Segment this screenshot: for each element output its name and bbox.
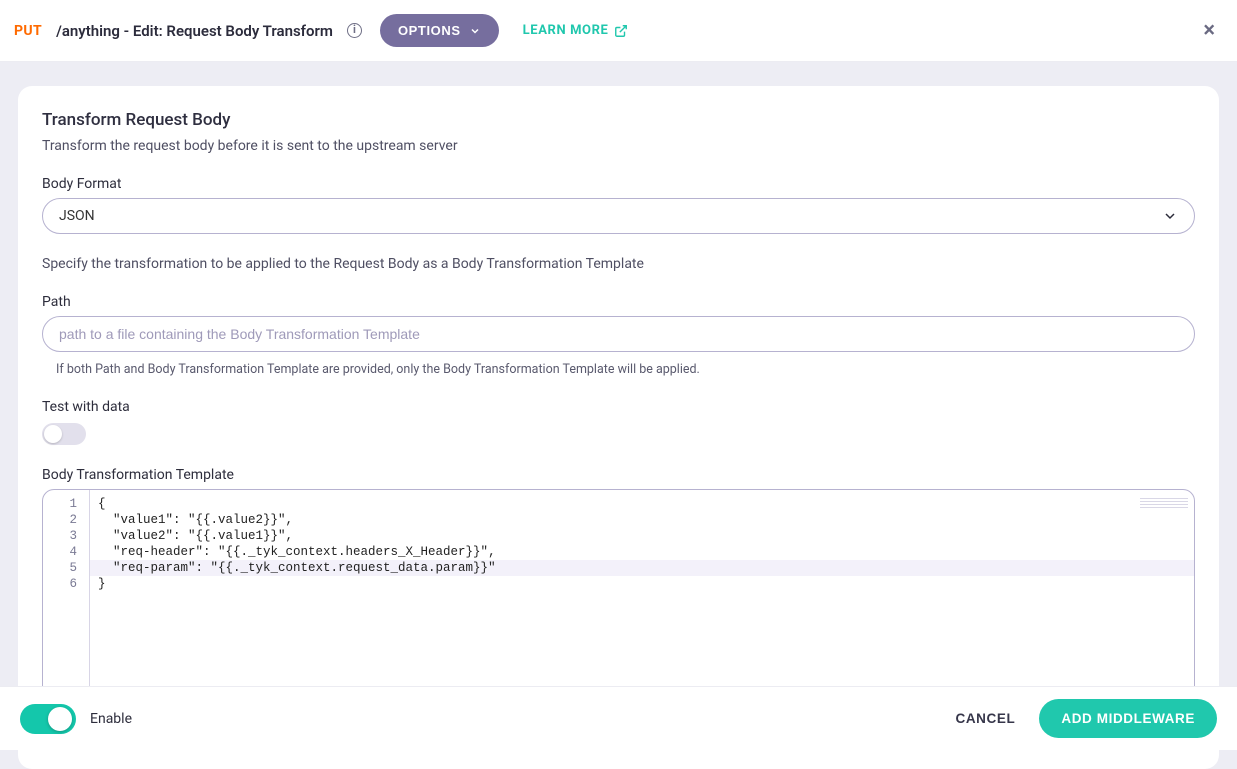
body-format-value: JSON bbox=[59, 208, 95, 224]
enable-toggle[interactable] bbox=[20, 704, 76, 734]
external-link-icon bbox=[614, 24, 628, 38]
body-template-label: Body Transformation Template bbox=[42, 467, 1195, 483]
section-subtitle: Transform the request body before it is … bbox=[42, 138, 1195, 154]
path-input[interactable] bbox=[42, 316, 1195, 352]
info-icon[interactable]: i bbox=[347, 23, 362, 38]
test-with-data-label: Test with data bbox=[42, 399, 1195, 415]
http-method-badge: PUT bbox=[14, 23, 42, 39]
section-title: Transform Request Body bbox=[42, 110, 1195, 130]
footer-bar: Enable CANCEL ADD MIDDLEWARE bbox=[0, 686, 1237, 750]
close-icon[interactable]: × bbox=[1203, 18, 1215, 43]
enable-label: Enable bbox=[90, 711, 132, 727]
editor-minimap bbox=[1140, 496, 1188, 508]
page-title: /anything - Edit: Request Body Transform bbox=[56, 22, 333, 40]
test-with-data-toggle[interactable] bbox=[42, 423, 86, 445]
learn-more-label: LEARN MORE bbox=[523, 23, 609, 38]
add-middleware-button[interactable]: ADD MIDDLEWARE bbox=[1039, 699, 1217, 738]
toggle-knob bbox=[44, 425, 62, 443]
options-button[interactable]: OPTIONS bbox=[380, 14, 499, 47]
body-format-select[interactable]: JSON bbox=[42, 198, 1195, 234]
path-help-text: If both Path and Body Transformation Tem… bbox=[56, 362, 1195, 377]
path-label: Path bbox=[42, 294, 1195, 310]
template-blurb: Specify the transformation to be applied… bbox=[42, 256, 1195, 272]
toggle-knob bbox=[48, 707, 72, 731]
options-button-label: OPTIONS bbox=[398, 23, 461, 38]
chevron-down-icon bbox=[469, 25, 481, 37]
transform-request-body-card: Transform Request Body Transform the req… bbox=[18, 86, 1219, 769]
chevron-down-icon bbox=[1162, 208, 1178, 224]
body-format-label: Body Format bbox=[42, 176, 1195, 192]
top-bar: PUT /anything - Edit: Request Body Trans… bbox=[0, 0, 1237, 62]
learn-more-link[interactable]: LEARN MORE bbox=[523, 23, 629, 38]
cancel-button[interactable]: CANCEL bbox=[945, 701, 1025, 736]
